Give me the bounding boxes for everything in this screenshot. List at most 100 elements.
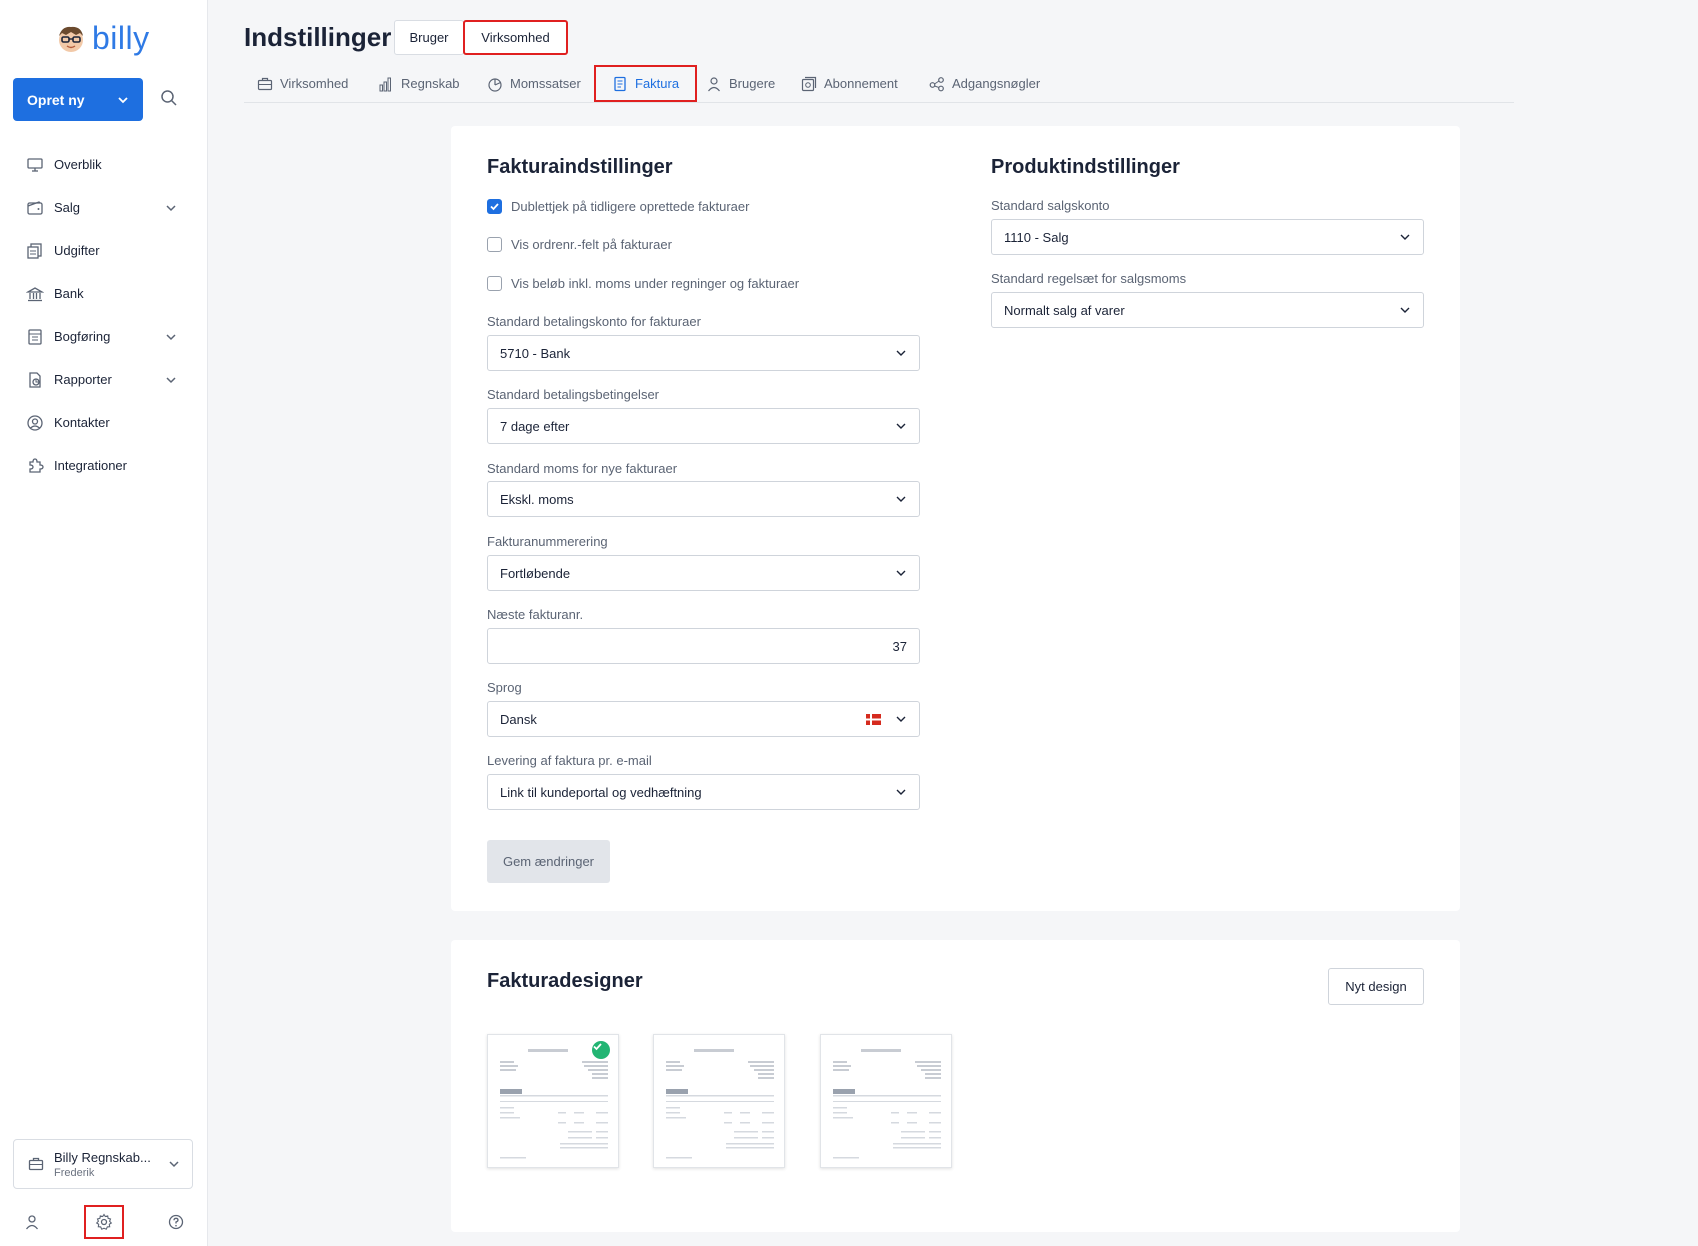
bank-icon	[26, 286, 44, 301]
settings-button[interactable]	[84, 1205, 124, 1239]
checkbox-duplicate-check[interactable]: Dublettjek på tidligere oprettede faktur…	[487, 196, 749, 216]
checkbox-label: Vis beløb inkl. moms under regninger og …	[511, 275, 800, 291]
invoice-preview	[833, 1049, 941, 1159]
vat-label: Standard moms for nye fakturaer	[487, 461, 678, 476]
checkbox-label: Vis ordrenr.-felt på fakturaer	[511, 236, 672, 252]
puzzle-icon	[29, 457, 44, 473]
checkbox-incl-vat[interactable]: Vis beløb inkl. moms under regninger og …	[487, 273, 799, 293]
select-value: Normalt salg af varer	[1004, 302, 1125, 318]
vat-rules-label: Standard regelsæt for salgsmoms	[991, 271, 1187, 286]
company-switcher[interactable]: Billy Regnskab... Frederik	[13, 1139, 193, 1189]
sidebar-item-overblik[interactable]: Overblik	[0, 143, 207, 186]
sidebar-item-bogforing[interactable]: Bogføring	[0, 315, 207, 358]
chevron-down-icon	[896, 496, 906, 502]
checkbox[interactable]	[487, 236, 502, 252]
invoice-settings-title: Fakturaindstillinger	[487, 156, 673, 178]
select-value: 1110 - Salg	[1004, 229, 1069, 245]
payment-terms-label: Standard betalingsbetingelser	[487, 387, 660, 402]
sales-account-select[interactable]: 1110 - Salg	[991, 219, 1424, 255]
language-label: Sprog	[487, 680, 522, 695]
sidebar-item-rapporter[interactable]: Rapporter	[0, 358, 207, 401]
tab-label: Brugere	[729, 76, 776, 91]
delivery-select[interactable]: Link til kundeportal og vedhæftning	[487, 774, 920, 810]
sidebar-item-label: Overblik	[54, 157, 102, 172]
payment-terms-select[interactable]: 7 dage efter	[487, 408, 920, 444]
select-value: Link til kundeportal og vedhæftning	[500, 784, 702, 800]
sidebar-nav: Overblik Salg Udgifter Bank Bogføring Ra…	[0, 143, 207, 487]
help-button[interactable]	[156, 1205, 196, 1239]
tab-label: Virksomhed	[280, 76, 349, 91]
receipts-icon	[27, 242, 42, 259]
pie-chart-icon	[488, 77, 502, 92]
chevron-down-icon	[896, 789, 906, 795]
subscription-icon	[801, 76, 817, 91]
segment-bruger[interactable]: Bruger	[394, 20, 464, 55]
sidebar: billy Opret ny Overblik Salg Udgifter Ba…	[0, 0, 208, 1246]
new-design-button[interactable]: Nyt design	[1328, 968, 1424, 1005]
billy-logo[interactable]: billy	[56, 20, 150, 57]
sidebar-item-label: Salg	[54, 200, 81, 215]
save-button[interactable]: Gem ændringer	[487, 840, 610, 883]
tab-virksomhed[interactable]: Virksomhed	[257, 65, 348, 102]
sidebar-item-kontakter[interactable]: Kontakter	[0, 401, 207, 444]
chevron-down-icon	[169, 1161, 179, 1168]
vat-select[interactable]: Ekskl. moms	[487, 481, 920, 517]
profile-button[interactable]	[12, 1205, 52, 1239]
bar-chart-icon	[379, 77, 391, 91]
invoice-icon	[614, 76, 626, 91]
designs-title: Fakturadesigner	[487, 970, 643, 992]
checkmark-icon	[490, 202, 499, 210]
tab-adgangsnogler[interactable]: Adgangsnøgler	[929, 65, 1040, 102]
sidebar-item-salg[interactable]: Salg	[0, 186, 207, 229]
vat-rules-select[interactable]: Normalt salg af varer	[991, 292, 1424, 328]
numbering-select[interactable]: Fortløbende	[487, 555, 920, 591]
design-thumbnail[interactable]	[820, 1034, 952, 1168]
checkbox-label: Dublettjek på tidligere oprettede faktur…	[511, 198, 750, 214]
tab-faktura[interactable]: Faktura	[594, 65, 698, 102]
chevron-down-icon	[118, 96, 128, 103]
payment-account-select[interactable]: 5710 - Bank	[487, 335, 920, 371]
sidebar-item-label: Bank	[54, 286, 84, 301]
checkbox-order-number[interactable]: Vis ordrenr.-felt på fakturaer	[487, 234, 672, 254]
help-icon	[168, 1214, 184, 1230]
sidebar-item-label: Integrationer	[54, 458, 127, 473]
chevron-down-icon	[166, 333, 176, 340]
tab-regnskab[interactable]: Regnskab	[378, 65, 460, 102]
company-text: Billy Regnskab... Frederik	[54, 1150, 168, 1179]
segment-virksomhed[interactable]: Virksomhed	[463, 20, 568, 55]
next-number-label: Næste fakturanr.	[487, 607, 584, 622]
checkbox[interactable]	[487, 275, 502, 291]
chevron-down-icon	[166, 204, 176, 211]
tab-abonnement[interactable]: Abonnement	[801, 65, 898, 102]
chevron-down-icon	[896, 716, 906, 722]
select-value: Dansk	[500, 711, 537, 727]
design-thumbnail[interactable]	[653, 1034, 785, 1168]
chevron-down-icon	[1400, 234, 1410, 240]
payment-account-label: Standard betalingskonto for fakturaer	[487, 314, 701, 329]
sidebar-item-label: Bogføring	[54, 329, 111, 344]
sidebar-item-bank[interactable]: Bank	[0, 272, 207, 315]
design-thumbnail[interactable]	[487, 1034, 619, 1168]
sidebar-item-label: Rapporter	[54, 372, 112, 387]
active-design-check-icon	[592, 1041, 610, 1059]
checkbox[interactable]	[487, 198, 502, 214]
tab-brugere[interactable]: Brugere	[706, 65, 775, 102]
numbering-label: Fakturanummerering	[487, 534, 608, 549]
delivery-label: Levering af faktura pr. e-mail	[487, 753, 652, 768]
briefcase-icon	[257, 77, 273, 90]
search-icon[interactable]	[160, 89, 182, 111]
chevron-down-icon	[896, 570, 906, 576]
sidebar-footer	[0, 1205, 207, 1239]
chevron-down-icon	[166, 376, 176, 383]
language-select[interactable]: Dansk	[487, 701, 920, 737]
tab-momssatser[interactable]: Momssatser	[487, 65, 581, 102]
select-value: 7 dage efter	[500, 418, 570, 434]
sidebar-item-integrationer[interactable]: Integrationer	[0, 444, 207, 487]
chevron-down-icon	[896, 423, 906, 429]
next-number-input[interactable]: 37	[487, 628, 920, 664]
logo-text: billy	[92, 20, 150, 56]
page-title: Indstillinger	[244, 22, 392, 52]
create-new-label: Opret ny	[27, 91, 85, 108]
sidebar-item-udgifter[interactable]: Udgifter	[0, 229, 207, 272]
create-new-button[interactable]: Opret ny	[13, 78, 143, 121]
